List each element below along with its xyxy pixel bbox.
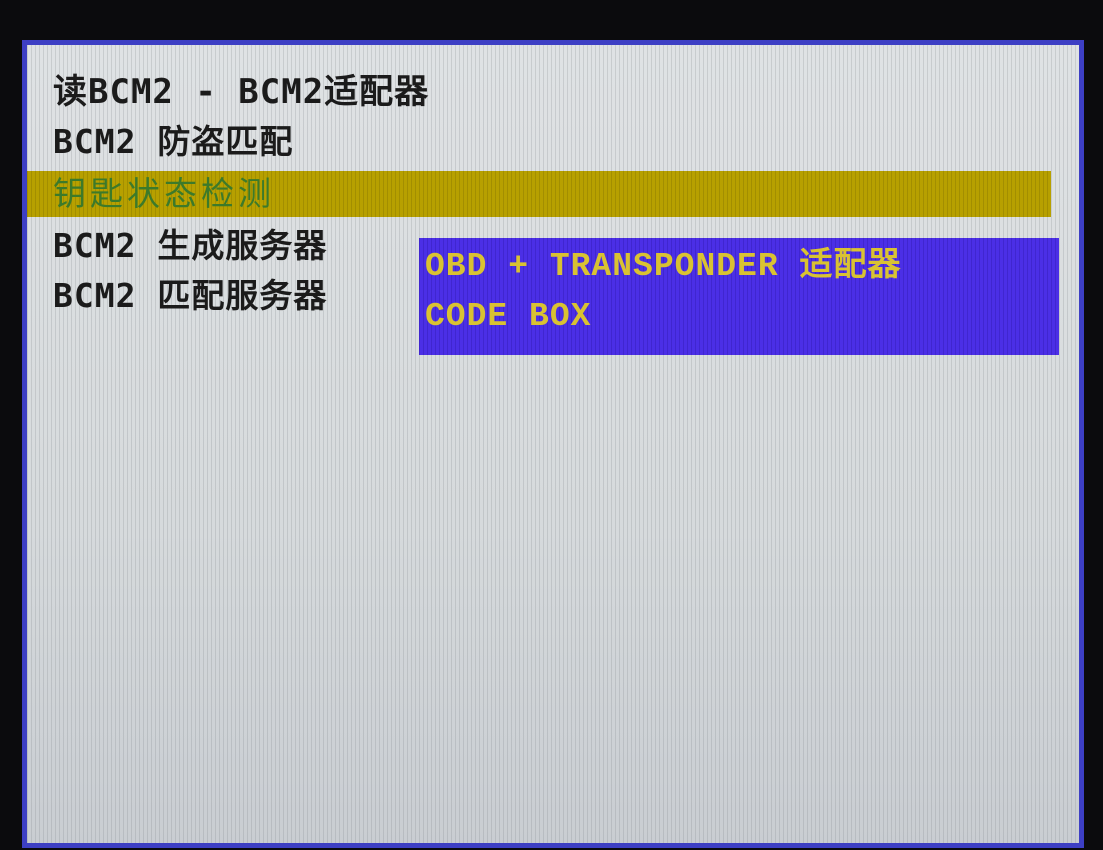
popup-item-code-box[interactable]: CODE BOX — [419, 292, 1059, 342]
menu-item-bcm2-immobilizer-match[interactable]: BCM2 防盗匹配 — [27, 117, 1079, 167]
popup-item-obd-transponder-adapter[interactable]: OBD + TRANSPONDER 适配器 — [419, 242, 1059, 292]
device-screen: 读BCM2 - BCM2适配器 BCM2 防盗匹配 钥匙状态检测 BCM2 生成… — [22, 40, 1084, 848]
menu-item-read-bcm2[interactable]: 读BCM2 - BCM2适配器 — [27, 67, 1079, 117]
menu-item-key-status-check[interactable]: 钥匙状态检测 — [27, 171, 1051, 217]
adapter-popup-menu: OBD + TRANSPONDER 适配器 CODE BOX — [419, 238, 1059, 355]
